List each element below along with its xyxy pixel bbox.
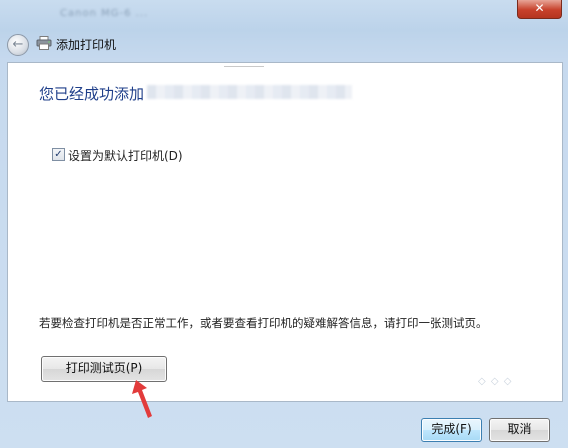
close-button[interactable]: ✕ (517, 0, 562, 19)
finish-button[interactable]: 完成(F) (421, 418, 482, 442)
wizard-window: Canon MG-6 ... ✕ ← 添加打印机 您已经成功添加 ✓ 设置为默认… (0, 0, 568, 448)
back-button[interactable]: ← (7, 34, 29, 56)
wizard-footer: 完成(F) 取消 (0, 400, 568, 448)
default-printer-checkbox[interactable]: ✓ (52, 148, 65, 161)
watermark: ◇ ◇ ◇ (478, 376, 513, 387)
success-message: 您已经成功添加 (39, 85, 145, 103)
back-arrow-icon: ← (12, 37, 24, 52)
page-title: 添加打印机 (56, 38, 117, 52)
navigation-row: ← 添加打印机 (0, 26, 568, 60)
printer-name-redacted (147, 85, 352, 99)
default-printer-label: 设置为默认打印机(D) (68, 149, 183, 163)
test-page-info-text: 若要检查打印机是否正常工作，或者要查看打印机的疑难解答信息，请打印一张测试页。 (39, 316, 488, 330)
printer-icon (36, 36, 52, 50)
window-title: Canon MG-6 ... (60, 8, 149, 19)
close-icon: ✕ (534, 1, 545, 15)
content-panel: 您已经成功添加 ✓ 设置为默认打印机(D) 若要检查打印机是否正常工作，或者要查… (7, 62, 563, 402)
divider (224, 66, 264, 67)
cancel-button[interactable]: 取消 (489, 418, 550, 442)
title-bar: Canon MG-6 ... ✕ (0, 0, 568, 26)
